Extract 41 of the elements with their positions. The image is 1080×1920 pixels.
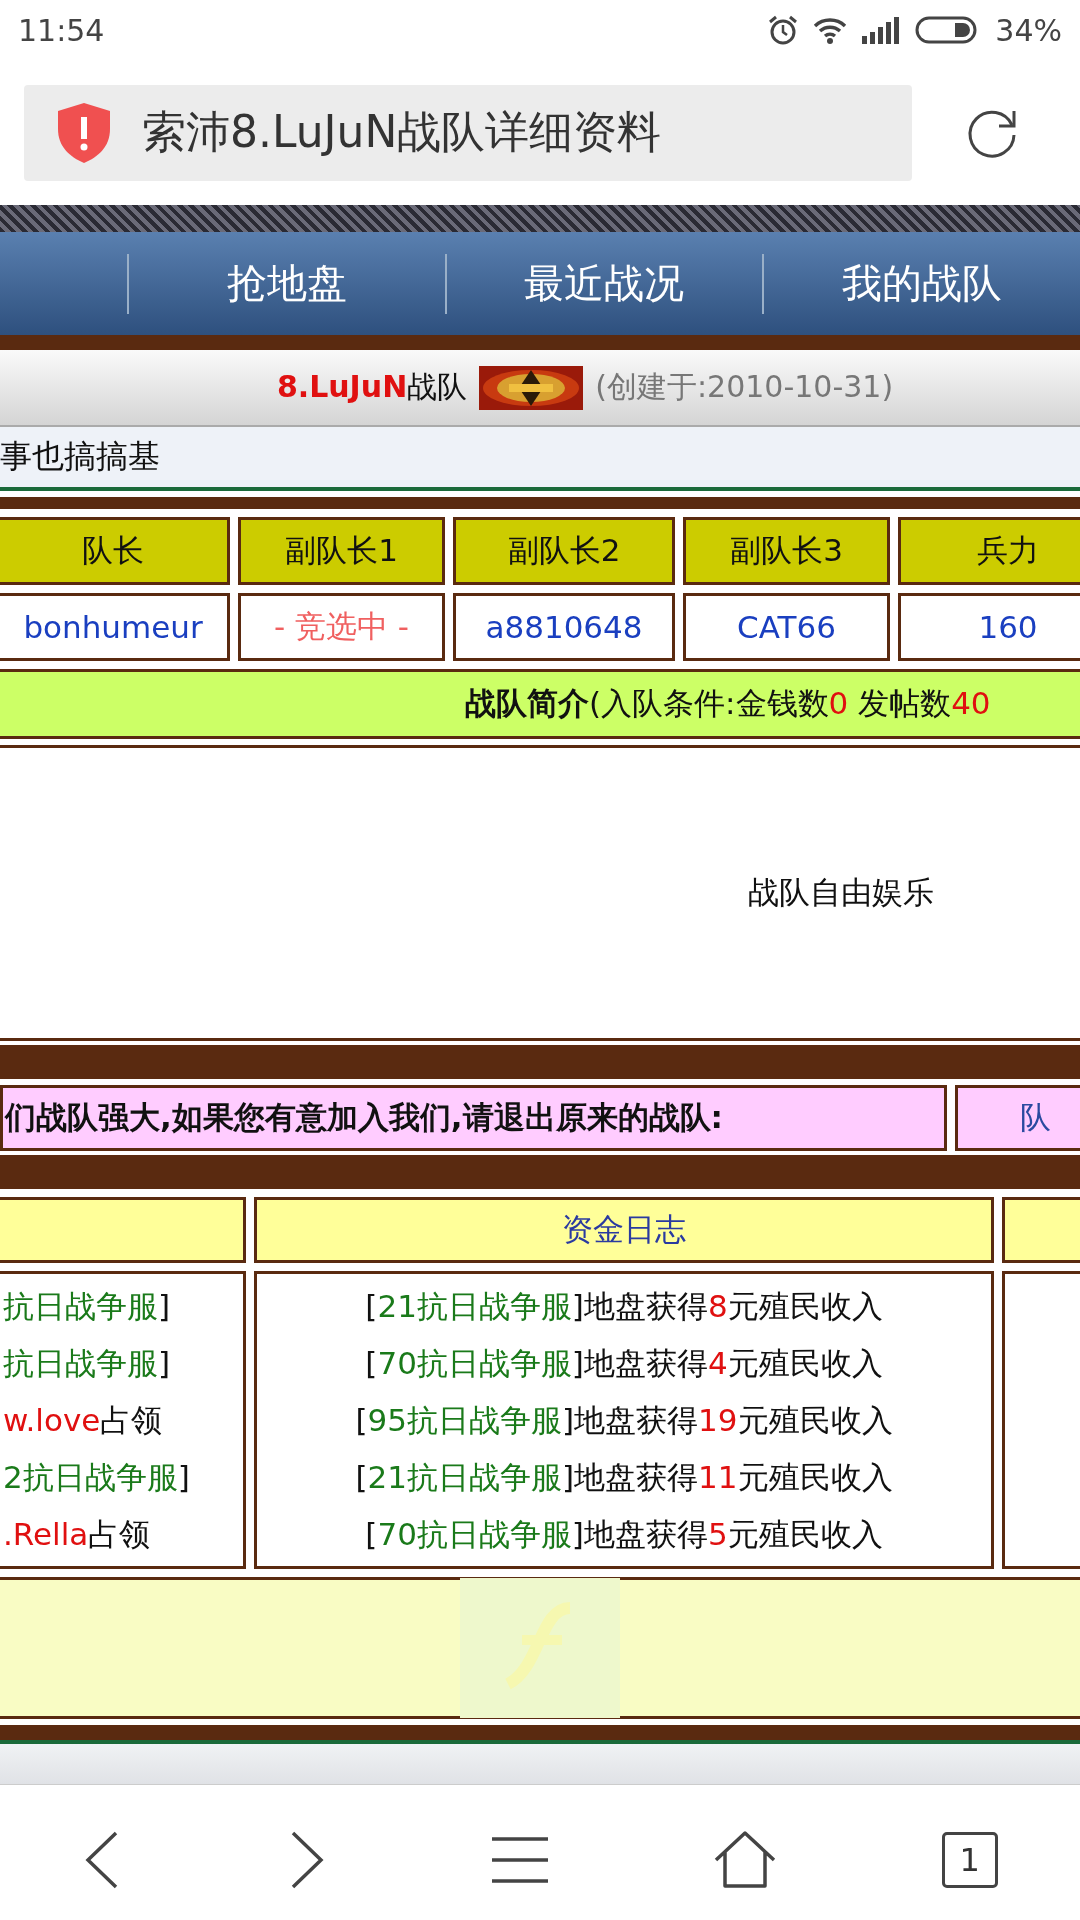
log-entry: [70抗日战争服]地盘获得4元殖民收入 — [365, 1343, 883, 1383]
intro-heading: 战队简介(入队条件:金钱数0 发帖数40 — [465, 684, 991, 723]
clock: 11:54 — [18, 12, 105, 48]
table-cell[interactable]: 160 — [898, 593, 1080, 661]
battery-percent: 34% — [995, 12, 1062, 48]
nav-tab[interactable]: 抢地盘 — [128, 256, 445, 311]
log-entry: [21抗日战争服]地盘获得11元殖民收入 — [355, 1457, 893, 1497]
intro-text: 战队自由娱乐 — [748, 873, 934, 912]
signal-icon — [861, 16, 902, 44]
members-link[interactable]: 队 — [955, 1085, 1080, 1151]
menu-icon[interactable] — [492, 1836, 548, 1884]
home-icon[interactable] — [712, 1830, 777, 1890]
team-name: 8.LuJuN战队 — [276, 368, 468, 406]
column-header: 副队长3 — [683, 517, 890, 585]
table-cell[interactable]: a8810648 — [453, 593, 675, 661]
address-bar[interactable]: 索沛8.LuJuN战队详细资料 — [24, 84, 912, 181]
log-entry: [95抗日战争服]地盘获得19元殖民收入 — [355, 1400, 893, 1440]
wifi-icon — [813, 16, 848, 44]
column-header: 兵力 — [898, 517, 1080, 585]
log-entry: [21抗日战争服]地盘获得8元殖民收入 — [365, 1286, 883, 1326]
table-cell[interactable]: CAT66 — [683, 593, 890, 661]
log-entry: 抗日战争服] — [3, 1343, 171, 1383]
log-entry: w.love占领 — [3, 1400, 163, 1440]
column-header: 副队长2 — [453, 517, 675, 585]
column-header: 副队长1 — [238, 517, 445, 585]
page-title: 索沛8.LuJuN战队详细资料 — [142, 105, 662, 159]
log-entry: [70抗日战争服]地盘获得5元殖民收入 — [365, 1514, 883, 1554]
column-header: 队长 — [0, 517, 230, 585]
nav-tab[interactable]: 我的战队 — [764, 256, 1080, 311]
table-cell[interactable]: bonhumeur — [0, 593, 230, 661]
created-date: (创建于:2010-10-31) — [595, 368, 894, 406]
nav-tab[interactable]: 最近战况 — [446, 256, 763, 311]
column-header: 资金日志 — [254, 1197, 994, 1263]
log-entry: 抗日战争服] — [3, 1286, 171, 1326]
alarm-icon — [767, 14, 800, 46]
tab-count[interactable]: 1 — [941, 1832, 998, 1888]
recruit-message: 们战队强大,如果您有意加入我们,请退出原来的战队: — [5, 1098, 723, 1137]
team-motto: 事也搞搞基 — [0, 436, 160, 477]
log-entry: 2抗日战争服] — [3, 1457, 190, 1497]
log-entry: .Rella占领 — [3, 1514, 151, 1554]
table-cell: - 竞选中 - — [238, 593, 445, 661]
